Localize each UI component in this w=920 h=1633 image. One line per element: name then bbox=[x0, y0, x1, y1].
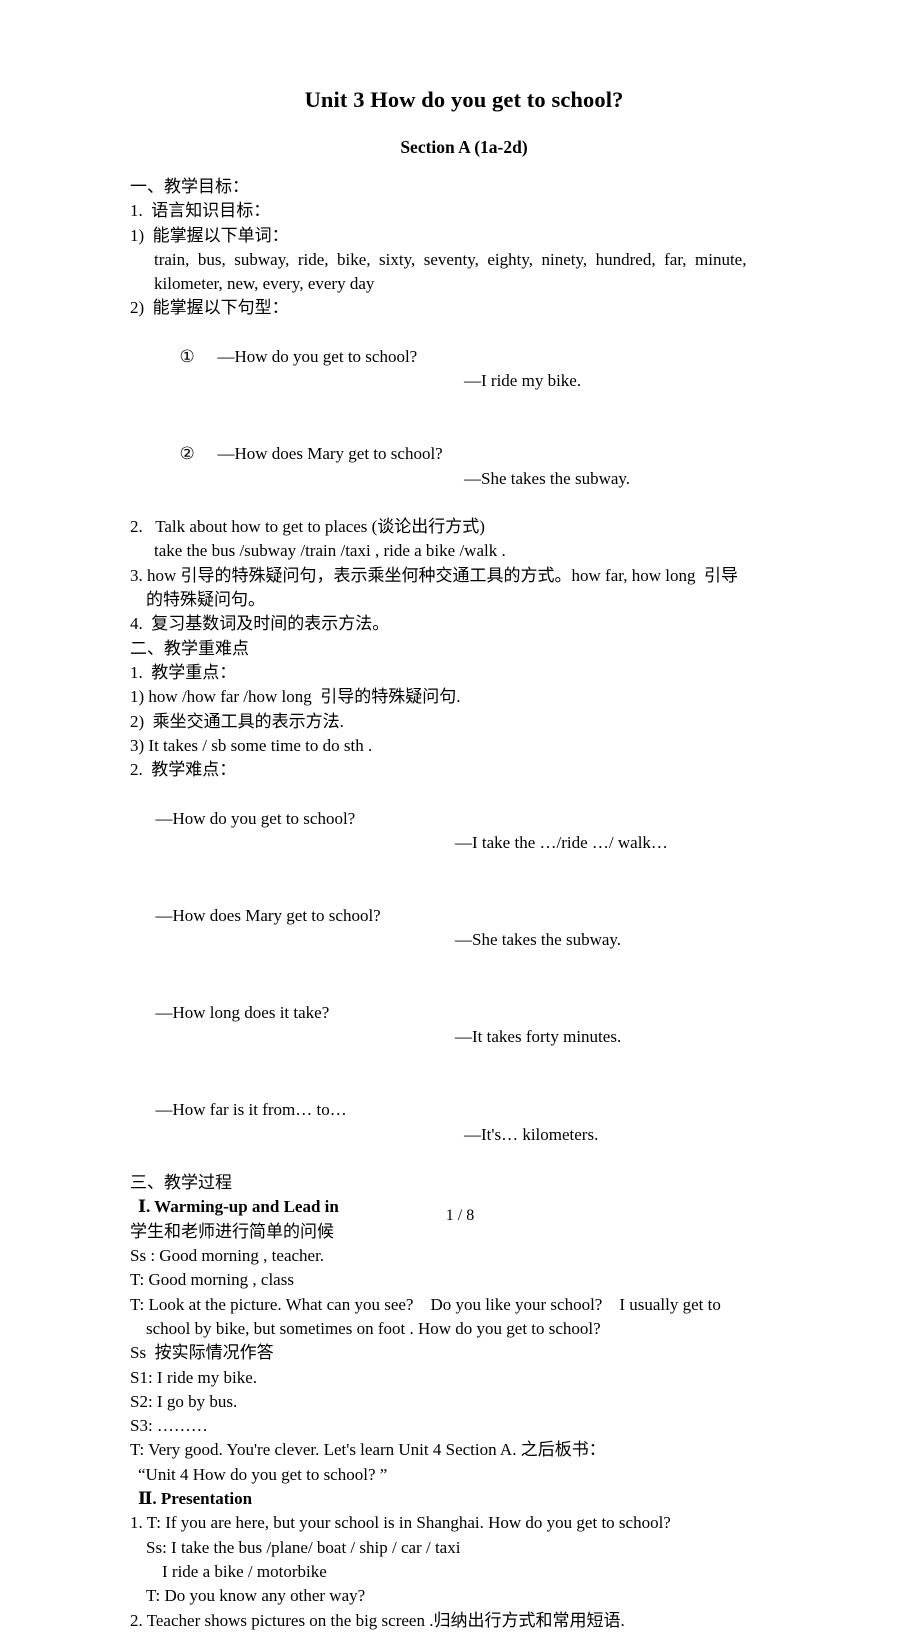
pattern-question: —How does Mary get to school? bbox=[217, 444, 443, 464]
dialogue-answer: —It takes forty minutes. bbox=[455, 1027, 622, 1047]
objectives-item-2-detail: take the bus /subway /train /taxi , ride… bbox=[154, 541, 506, 561]
board-writing-line: “Unit 4 How do you get to school? ” bbox=[138, 1464, 388, 1484]
objectives-item-4: 4. 复习基数词及时间的表示方法。 bbox=[130, 614, 390, 634]
pattern-row: ② —How does Mary get to school? —She take… bbox=[130, 418, 798, 515]
circled-number-1-icon: ① bbox=[179, 347, 195, 367]
document-page: Unit 3 How do you get to school? Section… bbox=[0, 0, 920, 1630]
focus-item: 3) It takes / sb some time to do sth . bbox=[130, 735, 373, 755]
section-2-title: Ⅱ. Presentation bbox=[138, 1489, 253, 1509]
difficulty-heading: 2. 教学难点： bbox=[130, 760, 237, 780]
objectives-heading: 一、教学目标： bbox=[130, 177, 249, 196]
section-2-line: Ss: I take the bus /plane/ boat / ship /… bbox=[146, 1537, 461, 1557]
process-heading: 三、教学过程 bbox=[130, 1173, 232, 1193]
objectives-item-2: 2. Talk about how to get to places (谈论出行… bbox=[130, 517, 485, 537]
section-2-line: I ride a bike / motorbike bbox=[162, 1561, 327, 1581]
dialogue-answer: —I take the …/ride …/ walk… bbox=[455, 833, 668, 853]
objectives-item-1: 1. 语言知识目标： bbox=[130, 201, 271, 221]
circled-number-2-icon: ② bbox=[179, 444, 195, 464]
teacher-prompt-line-1: T: Look at the picture. What can you see… bbox=[130, 1294, 721, 1314]
teacher-closing-line: T: Very good. You're clever. Let's learn… bbox=[130, 1440, 606, 1460]
dialogue-row: —How do you get to school? —I take the …… bbox=[130, 782, 798, 879]
pattern-answer: —She takes the subway. bbox=[464, 468, 631, 488]
focus-item: 1) how /how far /how long 引导的特殊疑问句. bbox=[130, 687, 461, 707]
focus-item: 2) 乘坐交通工具的表示方法. bbox=[130, 711, 344, 731]
dialogue-answer: —It's… kilometers. bbox=[464, 1124, 599, 1144]
dialogue-question: —How do you get to school? bbox=[155, 808, 356, 828]
section-2-line: T: Do you know any other way? bbox=[146, 1586, 366, 1606]
page-number-footer: 1 / 8 bbox=[445, 1207, 475, 1224]
dialogue-row: —How does Mary get to school? —She takes… bbox=[130, 880, 798, 977]
objectives-sub-2: 2) 能掌握以下句型： bbox=[130, 298, 289, 318]
objectives-sub-1: 1) 能掌握以下单词： bbox=[130, 225, 289, 245]
objectives-item-3-line-2: 的特殊疑问句。 bbox=[146, 590, 265, 610]
pattern-question: —How do you get to school? bbox=[217, 347, 418, 367]
page-subtitle: Section A (1a-2d) bbox=[400, 137, 528, 157]
dialogue-row: —How far is it from… to… —It's… kilomete… bbox=[130, 1074, 798, 1171]
subtitle-spacer bbox=[130, 158, 798, 175]
key-points-heading: 二、教学重难点 bbox=[130, 638, 249, 658]
student-response: Ss 按实际情况作答 bbox=[130, 1343, 274, 1363]
dialogue-question: —How long does it take? bbox=[155, 1003, 330, 1023]
pattern-answer: —I ride my bike. bbox=[464, 371, 582, 391]
section-1-line: T: Good morning , class bbox=[130, 1270, 294, 1290]
focus-heading: 1. 教学重点： bbox=[130, 662, 237, 682]
vocabulary-line-2: kilometer, new, every, every day bbox=[154, 274, 375, 294]
section-2-line: 1. T: If you are here, but your school i… bbox=[130, 1513, 671, 1533]
document-content: Unit 3 How do you get to school? Section… bbox=[130, 86, 798, 1633]
objectives-item-3-line-1: 3. how 引导的特殊疑问句，表示乘坐何种交通工具的方式。how far, h… bbox=[130, 565, 738, 585]
title-spacer bbox=[130, 114, 798, 136]
student-response: S2: I go by bus. bbox=[130, 1391, 238, 1411]
dialogue-question: —How does Mary get to school? bbox=[155, 905, 381, 925]
pattern-row: ① —How do you get to school? —I ride my b… bbox=[130, 321, 798, 418]
dialogue-row: —How long does it take? —It takes forty … bbox=[130, 977, 798, 1074]
dialogue-answer: —She takes the subway. bbox=[455, 930, 622, 950]
teacher-prompt-line-2: school by bike, but sometimes on foot . … bbox=[146, 1318, 601, 1338]
student-response: S1: I ride my bike. bbox=[130, 1367, 258, 1387]
section-2-line: 2. Teacher shows pictures on the big scr… bbox=[130, 1610, 625, 1630]
page-title: Unit 3 How do you get to school? bbox=[304, 87, 624, 112]
student-response: S3: ……… bbox=[130, 1416, 208, 1436]
dialogue-question: —How far is it from… to… bbox=[155, 1100, 347, 1120]
vocabulary-line-1: train, bus, subway, ride, bike, sixty, s… bbox=[154, 249, 747, 269]
section-1-line: Ss : Good morning , teacher. bbox=[130, 1246, 325, 1266]
